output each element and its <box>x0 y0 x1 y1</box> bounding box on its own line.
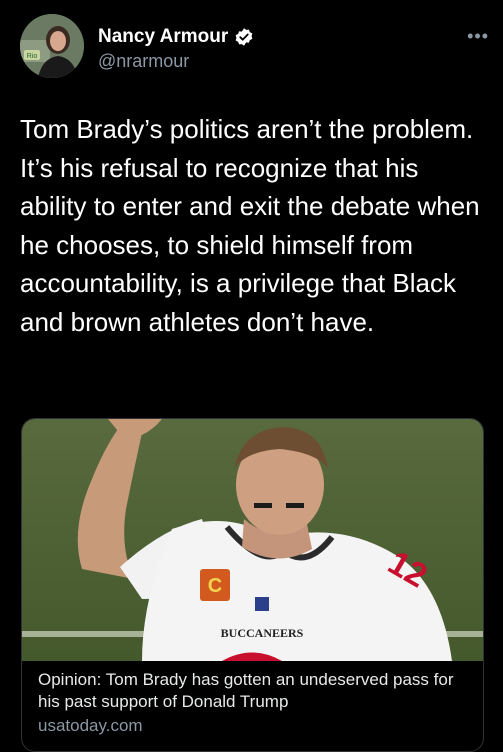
more-dots-icon[interactable]: ••• <box>467 26 489 47</box>
tweet-text: Tom Brady’s politics aren’t the problem.… <box>20 114 480 337</box>
jersey-text: BUCCANEERS <box>221 626 304 640</box>
link-card-title[interactable]: Opinion: Tom Brady has gotten an undeser… <box>38 669 467 713</box>
tweet-header: Rio Nancy Armour @nrarmour ••• <box>20 14 489 78</box>
author-display-name[interactable]: Nancy Armour <box>98 26 228 48</box>
captain-patch: C <box>208 575 222 597</box>
verified-badge-icon <box>234 27 254 47</box>
link-card-meta: Opinion: Tom Brady has gotten an undeser… <box>38 669 467 737</box>
author-name-row: Nancy Armour <box>98 26 254 48</box>
avatar-badge: Rio <box>27 53 38 60</box>
author-block: Nancy Armour @nrarmour <box>98 26 254 72</box>
avatar-image: Rio <box>20 14 84 78</box>
link-card-domain: usatoday.com <box>38 716 143 735</box>
author-handle[interactable]: @nrarmour <box>98 50 254 72</box>
link-card[interactable]: C BUCCANEERS 12 Opinion: Tom Brady has g… <box>21 418 484 752</box>
link-card-image: C BUCCANEERS 12 <box>22 419 483 661</box>
avatar[interactable]: Rio <box>20 14 84 78</box>
